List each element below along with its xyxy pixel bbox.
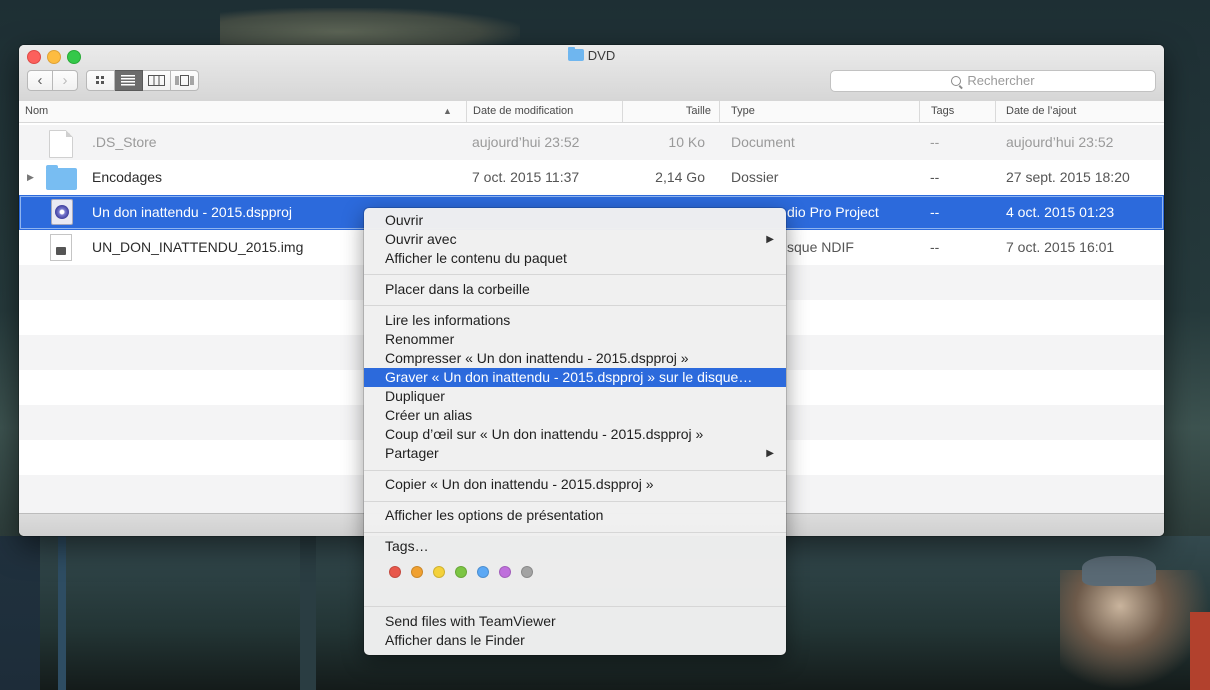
menu-item-share[interactable]: Partager ▶ bbox=[364, 444, 786, 463]
menu-item-get-info[interactable]: Lire les informations bbox=[364, 311, 786, 330]
wallpaper-detail bbox=[1190, 612, 1210, 690]
tag-gray-button[interactable] bbox=[521, 566, 533, 578]
menu-item-show-package-contents[interactable]: Afficher le contenu du paquet bbox=[364, 249, 786, 268]
menu-item-make-alias[interactable]: Créer un alias bbox=[364, 406, 786, 425]
menu-item-label: Ouvrir avec bbox=[385, 231, 457, 247]
tag-red-button[interactable] bbox=[389, 566, 401, 578]
chevron-left-icon: ‹ bbox=[37, 72, 43, 89]
menu-item-move-to-trash[interactable]: Placer dans la corbeille bbox=[364, 280, 786, 299]
menu-separator bbox=[364, 532, 786, 533]
menu-item-copy[interactable]: Copier « Un don inattendu - 2015.dspproj… bbox=[364, 475, 786, 494]
column-header-type[interactable]: Type bbox=[719, 101, 919, 122]
menu-item-view-options[interactable]: Afficher les options de présentation bbox=[364, 506, 786, 525]
menu-item-compress[interactable]: Compresser « Un don inattendu - 2015.dsp… bbox=[364, 349, 786, 368]
document-icon bbox=[49, 130, 73, 158]
titlebar: DVD ‹ › Rechercher bbox=[19, 45, 1164, 102]
disclosure-triangle-icon[interactable]: ▶ bbox=[27, 160, 34, 195]
grid-icon bbox=[96, 76, 104, 84]
menu-item-tags[interactable]: Tags… bbox=[364, 537, 786, 556]
file-name: Encodages bbox=[92, 169, 163, 185]
icon-view-button[interactable] bbox=[86, 70, 115, 91]
menu-separator bbox=[364, 470, 786, 471]
file-type: Document bbox=[731, 134, 795, 150]
file-added: 4 oct. 2015 01:23 bbox=[1006, 204, 1115, 220]
dvd-studio-project-icon bbox=[51, 199, 73, 225]
column-header-modified[interactable]: Date de modification bbox=[466, 101, 622, 122]
sort-ascending-icon: ▲ bbox=[443, 106, 452, 116]
search-placeholder: Rechercher bbox=[967, 73, 1035, 88]
list-view-button[interactable] bbox=[115, 70, 143, 91]
window-title-label: DVD bbox=[587, 48, 616, 63]
chevron-right-icon: › bbox=[62, 72, 68, 89]
tag-yellow-button[interactable] bbox=[433, 566, 445, 578]
column-view-button[interactable] bbox=[143, 70, 171, 91]
file-size: 10 Ko bbox=[668, 134, 705, 150]
list-icon bbox=[121, 75, 135, 86]
file-type: sque NDIF bbox=[787, 239, 854, 255]
file-size: 2,14 Go bbox=[655, 169, 705, 185]
disk-image-icon bbox=[50, 234, 72, 261]
submenu-arrow-icon: ▶ bbox=[766, 448, 774, 459]
menu-item-teamviewer[interactable]: Send files with TeamViewer bbox=[364, 612, 786, 631]
file-type: Dossier bbox=[731, 169, 779, 185]
search-icon bbox=[951, 76, 962, 86]
file-tags: -- bbox=[930, 134, 940, 150]
file-name: UN_DON_INATTENDU_2015.img bbox=[92, 239, 304, 255]
menu-separator bbox=[364, 501, 786, 502]
file-type: dio Pro Project bbox=[787, 204, 879, 220]
file-row[interactable]: ▶ Encodages 7 oct. 2015 11:37 2,14 Go Do… bbox=[19, 160, 1164, 195]
menu-item-label: Partager bbox=[385, 445, 439, 461]
search-field[interactable]: Rechercher bbox=[830, 70, 1156, 92]
menu-separator bbox=[364, 606, 786, 607]
cover-flow-icon bbox=[175, 75, 194, 86]
tag-blue-button[interactable] bbox=[477, 566, 489, 578]
column-header-bar: Nom ▲ Date de modification Taille Type T… bbox=[19, 101, 1164, 123]
file-added: 27 sept. 2015 18:20 bbox=[1006, 169, 1130, 185]
file-tags: -- bbox=[930, 204, 940, 220]
file-name: .DS_Store bbox=[92, 134, 157, 150]
columns-icon bbox=[148, 75, 165, 86]
tag-green-button[interactable] bbox=[455, 566, 467, 578]
back-button[interactable]: ‹ bbox=[27, 70, 53, 91]
wallpaper-figure bbox=[1060, 570, 1210, 690]
menu-item-reveal-in-finder[interactable]: Afficher dans le Finder bbox=[364, 631, 786, 650]
folder-icon bbox=[46, 165, 77, 190]
column-header-tags[interactable]: Tags bbox=[919, 101, 995, 122]
wallpaper-detail bbox=[300, 536, 316, 690]
context-menu: Ouvrir Ouvrir avec ▶ Afficher le contenu… bbox=[364, 208, 786, 655]
file-tags: -- bbox=[930, 239, 940, 255]
file-row[interactable]: .DS_Store aujourd’hui 23:52 10 Ko Docume… bbox=[19, 125, 1164, 160]
menu-item-open[interactable]: Ouvrir bbox=[364, 211, 786, 230]
wallpaper-figure-hat bbox=[1082, 556, 1156, 586]
submenu-arrow-icon: ▶ bbox=[766, 234, 774, 245]
forward-button[interactable]: › bbox=[52, 70, 78, 91]
file-name: Un don inattendu - 2015.dspproj bbox=[92, 204, 293, 220]
file-added: aujourd’hui 23:52 bbox=[1006, 134, 1114, 150]
menu-separator bbox=[364, 274, 786, 275]
file-added: 7 oct. 2015 16:01 bbox=[1006, 239, 1115, 255]
tag-purple-button[interactable] bbox=[499, 566, 511, 578]
column-header-name[interactable]: Nom bbox=[19, 101, 466, 122]
file-modified: 7 oct. 2015 11:37 bbox=[472, 169, 580, 185]
folder-icon bbox=[567, 47, 584, 61]
tag-color-picker bbox=[389, 566, 533, 580]
menu-item-duplicate[interactable]: Dupliquer bbox=[364, 387, 786, 406]
menu-item-burn[interactable]: Graver « Un don inattendu - 2015.dspproj… bbox=[364, 368, 786, 387]
file-tags: -- bbox=[930, 169, 940, 185]
menu-item-rename[interactable]: Renommer bbox=[364, 330, 786, 349]
menu-separator bbox=[364, 305, 786, 306]
menu-item-open-with[interactable]: Ouvrir avec ▶ bbox=[364, 230, 786, 249]
column-header-added[interactable]: Date de l’ajout bbox=[995, 101, 1164, 122]
column-header-size[interactable]: Taille bbox=[622, 101, 719, 122]
window-title: DVD bbox=[19, 47, 1164, 63]
cover-flow-button[interactable] bbox=[171, 70, 199, 91]
desktop-wallpaper bbox=[220, 8, 520, 48]
tag-orange-button[interactable] bbox=[411, 566, 423, 578]
menu-item-quick-look[interactable]: Coup d’œil sur « Un don inattendu - 2015… bbox=[364, 425, 786, 444]
view-mode-selector bbox=[86, 70, 199, 91]
file-modified: aujourd’hui 23:52 bbox=[472, 134, 580, 150]
wallpaper-detail bbox=[58, 536, 66, 690]
